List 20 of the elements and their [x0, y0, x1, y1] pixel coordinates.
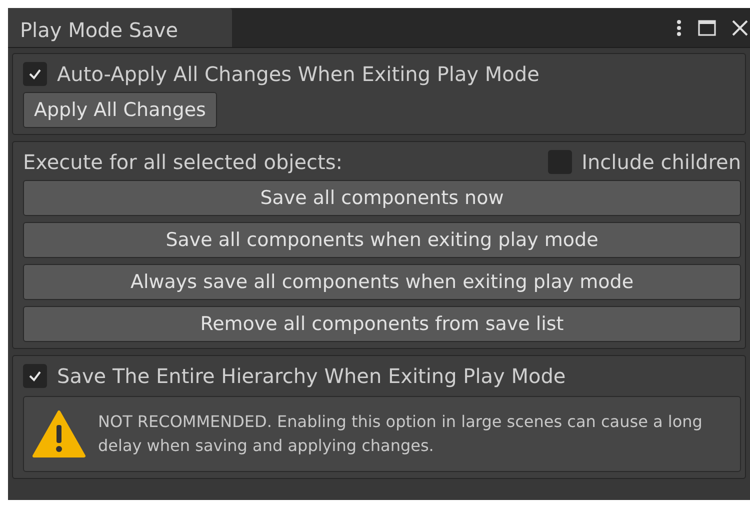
- checkbox-label: Include children: [582, 150, 741, 174]
- action-button[interactable]: Always save all components when exiting play mode: [23, 264, 741, 300]
- apply-button[interactable]: Apply All Changes: [23, 92, 217, 128]
- maximize-icon[interactable]: [698, 20, 716, 36]
- action-button[interactable]: Remove all components from save list: [23, 306, 741, 342]
- window-tab[interactable]: Play Mode Save: [8, 8, 232, 47]
- check-icon: [28, 369, 42, 383]
- checkbox[interactable]: [23, 62, 47, 86]
- warning-text: NOT RECOMMENDED. Enabling this option in large scenes can cause a long delay when saving and applying changes.: [98, 411, 704, 457]
- more-icon[interactable]: [676, 18, 682, 36]
- action-button[interactable]: Save all components when exiting play mode: [23, 222, 741, 258]
- check-icon: [28, 67, 42, 81]
- close-icon[interactable]: [732, 20, 748, 36]
- section-label: Execute for all selected objects:: [23, 150, 342, 174]
- checkbox[interactable]: [23, 364, 47, 388]
- checkbox[interactable]: [548, 150, 572, 174]
- warning-icon: [32, 409, 86, 459]
- action-button[interactable]: Save all components now: [23, 180, 741, 216]
- checkbox-label: Save The Entire Hierarchy When Exiting Play Mode: [57, 364, 566, 388]
- checkbox-label: Auto-Apply All Changes When Exiting Play Mode: [57, 62, 540, 86]
